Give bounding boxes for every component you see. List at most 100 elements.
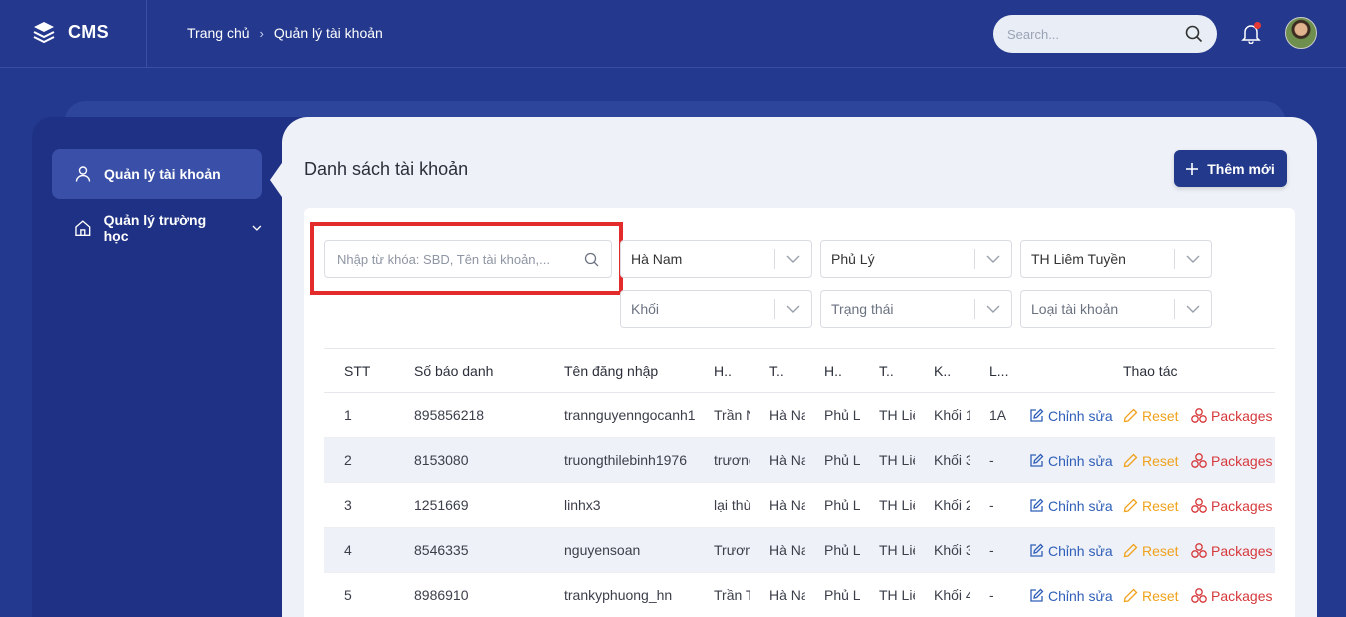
grade-select[interactable]: Khối [620,290,812,328]
packages-button[interactable]: Packages [1191,573,1272,617]
cell-stt: 4 [344,542,352,558]
edit-label: Chỉnh sửa [1048,497,1113,514]
column-header[interactable]: L... [989,349,1008,394]
column-header[interactable]: H.. [714,349,732,394]
reset-button[interactable]: Reset [1123,438,1179,483]
cell-province: Hà Na [769,497,805,513]
packages-button[interactable]: Packages [1191,438,1272,483]
column-header[interactable]: T.. [879,349,894,394]
cell-fullname: Trươn [714,542,750,558]
table-row: 4 8546335 nguyensoan Trươn Hà Na Phủ L T… [324,528,1275,573]
panel-notch [270,160,284,200]
select-divider [1174,299,1175,319]
table-row: 1 895856218 trannguyenngocanh1 Trần N Hà… [324,393,1275,438]
column-header[interactable]: K.. [934,349,951,394]
school-value: TH Liêm Tuyền [1031,251,1126,267]
status-placeholder: Trạng thái [831,301,894,317]
chevron-down-icon [986,255,1000,263]
province-value: Hà Nam [631,251,683,267]
packages-button[interactable]: Packages [1191,483,1272,528]
cell-sbd: 8986910 [414,587,469,603]
cell-sbd: 8153080 [414,452,469,468]
cell-username: trankyphuong_hn [564,587,673,603]
cell-district: Phủ L [824,407,860,423]
status-select[interactable]: Trạng thái [820,290,1012,328]
table-row: 2 8153080 truongthilebinh1976 trương Hà … [324,438,1275,483]
table-row: 3 1251669 linhx3 lại thù Hà Na Phủ L TH … [324,483,1275,528]
column-header[interactable]: STT [344,349,370,394]
edit-icon [1030,408,1044,422]
select-divider [774,299,775,319]
search-icon[interactable] [1185,25,1203,43]
edit-icon [1030,498,1044,512]
account-type-select[interactable]: Loại tài khoản [1020,290,1212,328]
column-header[interactable]: Số báo danh [414,349,493,394]
edit-button[interactable]: Chỉnh sửa [1029,438,1113,483]
sidebar-item-account-management[interactable]: Quản lý tài khoản [52,149,262,199]
packages-button[interactable]: Packages [1191,528,1272,573]
reset-label: Reset [1142,542,1179,559]
app-logo[interactable]: CMS [32,20,109,44]
cell-class: - [989,497,994,513]
table-header: STT Số báo danh Tên đăng nhập H.. T.. H.… [324,348,1275,393]
column-header[interactable]: H.. [824,349,842,394]
province-select[interactable]: Hà Nam [620,240,812,278]
school-select[interactable]: TH Liêm Tuyền [1020,240,1212,278]
add-new-button[interactable]: Thêm mới [1174,150,1287,187]
cell-district: Phủ L [824,587,860,603]
edit-icon [1030,588,1044,602]
cell-school: TH Liê [879,452,915,468]
table-row: 5 8986910 trankyphuong_hn Trần T Hà Na P… [324,573,1275,617]
edit-label: Chỉnh sửa [1048,542,1113,559]
cell-sbd: 1251669 [414,497,469,513]
cell-sbd: 895856218 [414,407,485,423]
cell-school: TH Liê [879,542,915,558]
reset-button[interactable]: Reset [1123,483,1179,528]
cell-class: - [989,452,994,468]
breadcrumb: Trang chủ › Quản lý tài khoản [187,25,383,41]
cell-school: TH Liê [879,587,915,603]
edit-button[interactable]: Chỉnh sửa [1029,528,1113,573]
cell-school: TH Liê [879,407,915,423]
reset-button[interactable]: Reset [1123,393,1179,438]
cell-fullname: lại thù [714,497,750,513]
edit-label: Chỉnh sửa [1048,587,1113,604]
chevron-down-icon [252,225,262,231]
cell-stt: 2 [344,452,352,468]
breadcrumb-current: Quản lý tài khoản [273,25,383,41]
reset-button[interactable]: Reset [1123,528,1179,573]
reset-button[interactable]: Reset [1123,573,1179,617]
cell-school: TH Liê [879,497,915,513]
reset-label: Reset [1142,587,1179,604]
accounts-table: STT Số báo danh Tên đăng nhập H.. T.. H.… [324,348,1275,617]
column-header[interactable]: T.. [769,349,784,394]
sidebar-item-school-management[interactable]: Quản lý trường học [52,203,262,253]
header-search[interactable] [993,15,1217,53]
packages-label: Packages [1211,587,1273,604]
reset-label: Reset [1142,497,1179,514]
district-select[interactable]: Phủ Lý [820,240,1012,278]
cubes-icon [1191,588,1207,603]
chevron-down-icon [986,305,1000,313]
notification-dot [1254,22,1261,29]
select-divider [1174,249,1175,269]
avatar[interactable] [1285,17,1317,49]
breadcrumb-home[interactable]: Trang chủ [187,25,250,41]
reset-label: Reset [1142,452,1179,469]
plus-icon [1186,162,1199,175]
edit-button[interactable]: Chỉnh sửa [1029,573,1113,617]
header-search-input[interactable] [1007,26,1167,42]
edit-button[interactable]: Chỉnh sửa [1029,483,1113,528]
cell-district: Phủ L [824,542,860,558]
app-name: CMS [68,21,109,42]
cell-district: Phủ L [824,452,860,468]
packages-button[interactable]: Packages [1191,393,1272,438]
cell-class: 1A [989,407,1007,423]
column-header[interactable]: Tên đăng nhập [564,349,658,394]
grade-placeholder: Khối [631,301,660,317]
cell-class: - [989,587,994,603]
edit-button[interactable]: Chỉnh sửa [1029,393,1113,438]
pencil-icon [1123,588,1138,603]
account-type-placeholder: Loại tài khoản [1031,301,1119,317]
cell-grade: Khối 3 [934,452,970,468]
